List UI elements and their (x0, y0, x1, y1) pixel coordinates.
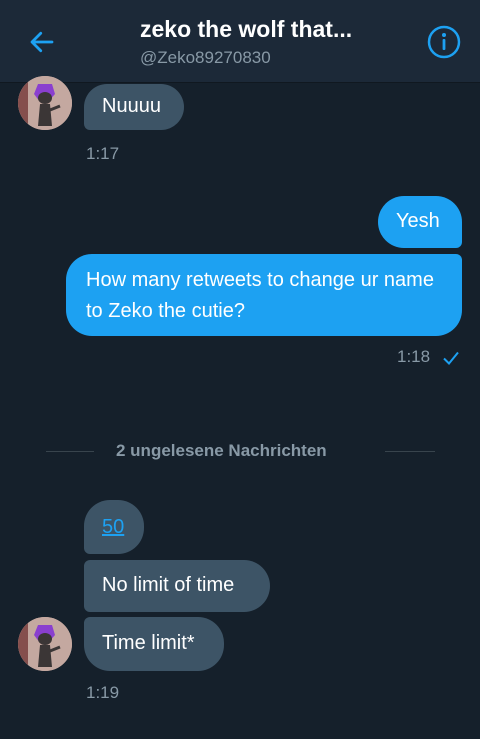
message-link[interactable]: 50 (102, 516, 124, 538)
info-button[interactable] (426, 24, 462, 60)
message-text: Yesh (396, 210, 440, 232)
message-bubble-received[interactable]: No limit of time (84, 560, 270, 612)
conversation-header: zeko the wolf that... @Zeko89270830 (0, 0, 480, 82)
message-timestamp: 1:19 (86, 683, 120, 702)
unread-divider: 2 ungelesene Nachrichten (116, 441, 327, 460)
conversation-handle: @Zeko89270830 (140, 48, 271, 67)
message-bubble-sent[interactable]: How many retweets to change ur name to Z… (66, 254, 462, 336)
avatar[interactable] (18, 617, 72, 671)
message-text: Time limit* (102, 632, 195, 654)
message-bubble-sent[interactable]: Yesh (378, 196, 462, 248)
arrow-left-icon (30, 31, 54, 53)
avatar[interactable] (18, 76, 72, 130)
message-bubble-received[interactable]: 50 (84, 500, 144, 554)
back-button[interactable] (24, 24, 60, 60)
checkmark-icon (443, 351, 459, 365)
message-bubble-received[interactable]: Nuuuu (84, 84, 184, 130)
message-bubble-received[interactable]: Time limit* (84, 617, 224, 671)
message-timestamp: 1:18 (397, 347, 431, 366)
message-text: No limit of time (102, 574, 235, 596)
divider-line (385, 451, 435, 452)
message-text: Nuuuu (102, 95, 161, 117)
info-circle-icon (427, 25, 461, 59)
divider-line (46, 451, 94, 452)
message-timestamp: 1:17 (86, 144, 120, 163)
conversation-title[interactable]: zeko the wolf that... (140, 16, 352, 43)
message-text: How many retweets to change ur name to Z… (86, 269, 434, 322)
